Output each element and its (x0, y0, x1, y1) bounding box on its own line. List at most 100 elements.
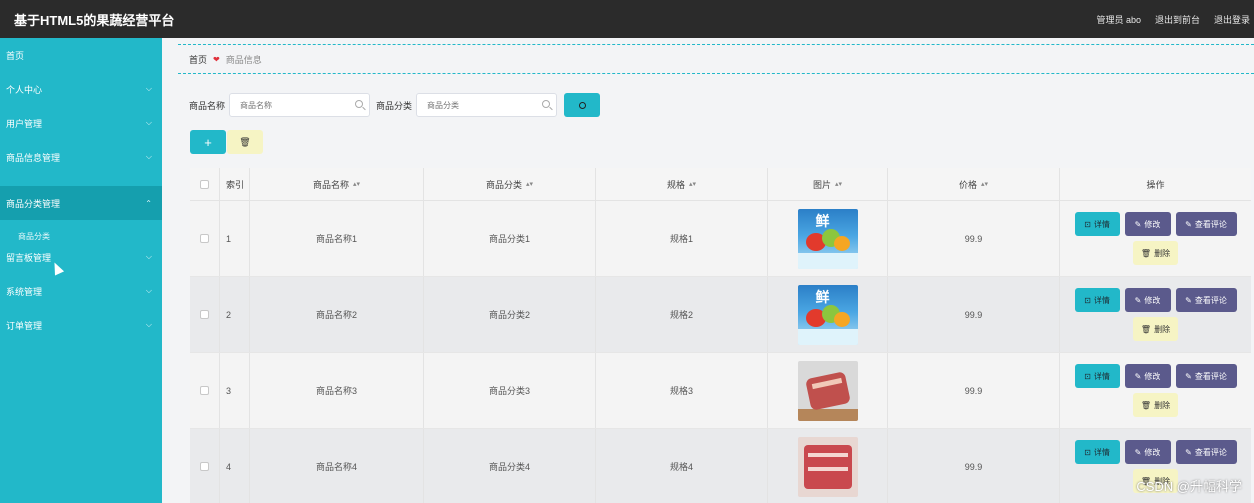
search-button[interactable] (564, 93, 601, 117)
sidebar-item-label: 用户管理 (6, 118, 43, 129)
sidebar-item-order-management[interactable]: 订单管理 ⌵ (0, 308, 162, 342)
search-bar: 商品名称 商品分类 (189, 93, 601, 117)
chevron-up-icon: ⌃ (145, 198, 152, 208)
edit-icon: ✎ (1134, 447, 1142, 457)
delete-button[interactable]: 🗑 删除 (1133, 317, 1178, 341)
detail-button[interactable]: ⊡ 详情 (1074, 440, 1120, 464)
logout-link[interactable]: 退出登录 (1214, 13, 1250, 26)
trash-icon: 🗑 (239, 136, 251, 147)
edit-button[interactable]: ✎ 修改 (1124, 288, 1171, 312)
header-price-label: 价格 (958, 179, 977, 190)
sidebar-item-product-info-management[interactable]: 商品信息管理 ⌵ (0, 140, 162, 174)
edit-button[interactable]: ✎ 修改 (1124, 364, 1171, 388)
row-price: 99.9 (888, 201, 1060, 276)
add-button[interactable]: + (190, 130, 226, 154)
image-shape (797, 252, 858, 269)
sort-icon[interactable]: ▴▾ (353, 180, 360, 188)
breadcrumb: 首页 ❤ 商品信息 (178, 44, 1254, 74)
view-reviews-button[interactable]: ✎ 查看评论 (1175, 212, 1237, 236)
row-ops: ⊡ 详情 ✎ 修改 ✎ 查看评论 🗑 删除 (1060, 201, 1251, 276)
sort-icon[interactable]: ▴▾ (526, 180, 533, 188)
sidebar-item-label: 商品信息管理 (6, 152, 61, 163)
chevron-down-icon: ⌵ (145, 286, 152, 295)
sort-icon[interactable]: ▴▾ (835, 180, 842, 188)
trash-icon: 🗑 (1140, 324, 1152, 334)
sidebar-item-message-board-management[interactable]: 留言板管理 ⌵ (0, 240, 162, 274)
sidebar-subitem-label: 商品分类 (18, 231, 50, 241)
sidebar-item-category-management[interactable]: 商品分类管理 ⌃ (0, 186, 162, 220)
select-all-checkbox[interactable] (200, 179, 209, 189)
detail-icon: ⊡ (1084, 371, 1091, 381)
sort-icon[interactable]: ▴▾ (689, 180, 696, 188)
edit-icon: ✎ (1134, 371, 1142, 381)
row-spec: 规格1 (596, 201, 768, 276)
review-label: 查看评论 (1194, 295, 1227, 305)
row-name: 商品名称3 (250, 353, 424, 428)
row-checkbox[interactable] (200, 386, 209, 395)
row-ops: ⊡ 详情 ✎ 修改 ✎ 查看评论 🗑 删除 (1060, 353, 1251, 428)
image-shape (807, 452, 848, 457)
header-category-label: 商品分类 (485, 179, 522, 190)
header-image-label: 图片 (812, 179, 831, 190)
chevron-down-icon: ⌵ (145, 152, 152, 161)
edit-button[interactable]: ✎ 修改 (1124, 440, 1171, 464)
detail-label: 详情 (1093, 295, 1110, 305)
chevron-down-icon: ⌵ (145, 252, 152, 261)
row-spec: 规格4 (596, 429, 768, 503)
sidebar-item-home[interactable]: 首页 (0, 38, 162, 72)
product-category-label: 商品分类 (376, 100, 413, 111)
chevron-down-icon: ⌵ (145, 320, 152, 329)
sort-icon[interactable]: ▴▾ (981, 180, 988, 188)
detail-icon: ⊡ (1084, 295, 1091, 305)
row-category: 商品分类3 (424, 353, 596, 428)
header-image[interactable]: 图片 ▴▾ (768, 168, 888, 200)
detail-label: 详情 (1093, 371, 1110, 381)
delete-label: 删除 (1154, 400, 1171, 410)
header-spec[interactable]: 规格 ▴▾ (596, 168, 768, 200)
edit-icon: ✎ (1134, 295, 1142, 305)
detail-button[interactable]: ⊡ 详情 (1074, 288, 1120, 312)
watermark: CSDN @升幅科学 (1136, 479, 1242, 494)
product-category-input[interactable] (427, 100, 538, 110)
view-reviews-button[interactable]: ✎ 查看评论 (1175, 440, 1237, 464)
delete-button[interactable]: 🗑 删除 (1133, 241, 1178, 265)
sidebar-item-system-management[interactable]: 系统管理 ⌵ (0, 274, 162, 308)
row-checkbox[interactable] (200, 310, 209, 319)
view-reviews-button[interactable]: ✎ 查看评论 (1175, 364, 1237, 388)
product-image: 鲜 (797, 208, 858, 269)
detail-button[interactable]: ⊡ 详情 (1074, 212, 1120, 236)
row-category: 商品分类2 (424, 277, 596, 352)
row-category: 商品分类4 (424, 429, 596, 503)
table-row: 2 商品名称2 商品分类2 规格2 鲜 99.9 ⊡ 详情 ✎ 修改 ✎ 查看评论 🗑… (190, 277, 1251, 353)
sidebar-item-label: 留言板管理 (6, 252, 52, 263)
search-icon (542, 100, 551, 108)
edit-icon: ✎ (1185, 295, 1192, 305)
batch-delete-button[interactable]: 🗑 (227, 130, 263, 154)
delete-button[interactable]: 🗑 删除 (1133, 393, 1178, 417)
detail-label: 详情 (1093, 219, 1110, 229)
edit-button[interactable]: ✎ 修改 (1124, 212, 1171, 236)
select-all-cell (190, 168, 220, 200)
back-to-front-link[interactable]: 退出到前台 (1155, 13, 1200, 26)
edit-icon: ✎ (1134, 219, 1142, 229)
table-header: 索引 商品名称 ▴▾ 商品分类 ▴▾ 规格 ▴▾ 图片 ▴▾ 价格 ▴▾ 操作 (190, 168, 1251, 201)
sidebar-item-user-management[interactable]: 用户管理 ⌵ (0, 106, 162, 140)
header-name[interactable]: 商品名称 ▴▾ (250, 168, 424, 200)
row-checkbox[interactable] (200, 462, 209, 471)
sidebar-item-personal-center[interactable]: 个人中心 ⌵ (0, 72, 162, 106)
product-name-input[interactable] (240, 100, 351, 110)
row-ops: ⊡ 详情 ✎ 修改 ✎ 查看评论 🗑 删除 (1060, 277, 1251, 352)
product-category-field[interactable] (416, 93, 558, 117)
product-name-label: 商品名称 (189, 100, 226, 111)
image-shape (833, 311, 850, 327)
row-select-cell (190, 429, 220, 503)
breadcrumb-home[interactable]: 首页 (189, 53, 207, 66)
row-price: 99.9 (888, 353, 1060, 428)
view-reviews-button[interactable]: ✎ 查看评论 (1175, 288, 1237, 312)
detail-icon: ⊡ (1084, 219, 1091, 229)
header-category[interactable]: 商品分类 ▴▾ (424, 168, 596, 200)
product-name-field[interactable] (229, 93, 371, 117)
detail-button[interactable]: ⊡ 详情 (1074, 364, 1120, 388)
row-checkbox[interactable] (200, 234, 209, 243)
header-price[interactable]: 价格 ▴▾ (888, 168, 1060, 200)
